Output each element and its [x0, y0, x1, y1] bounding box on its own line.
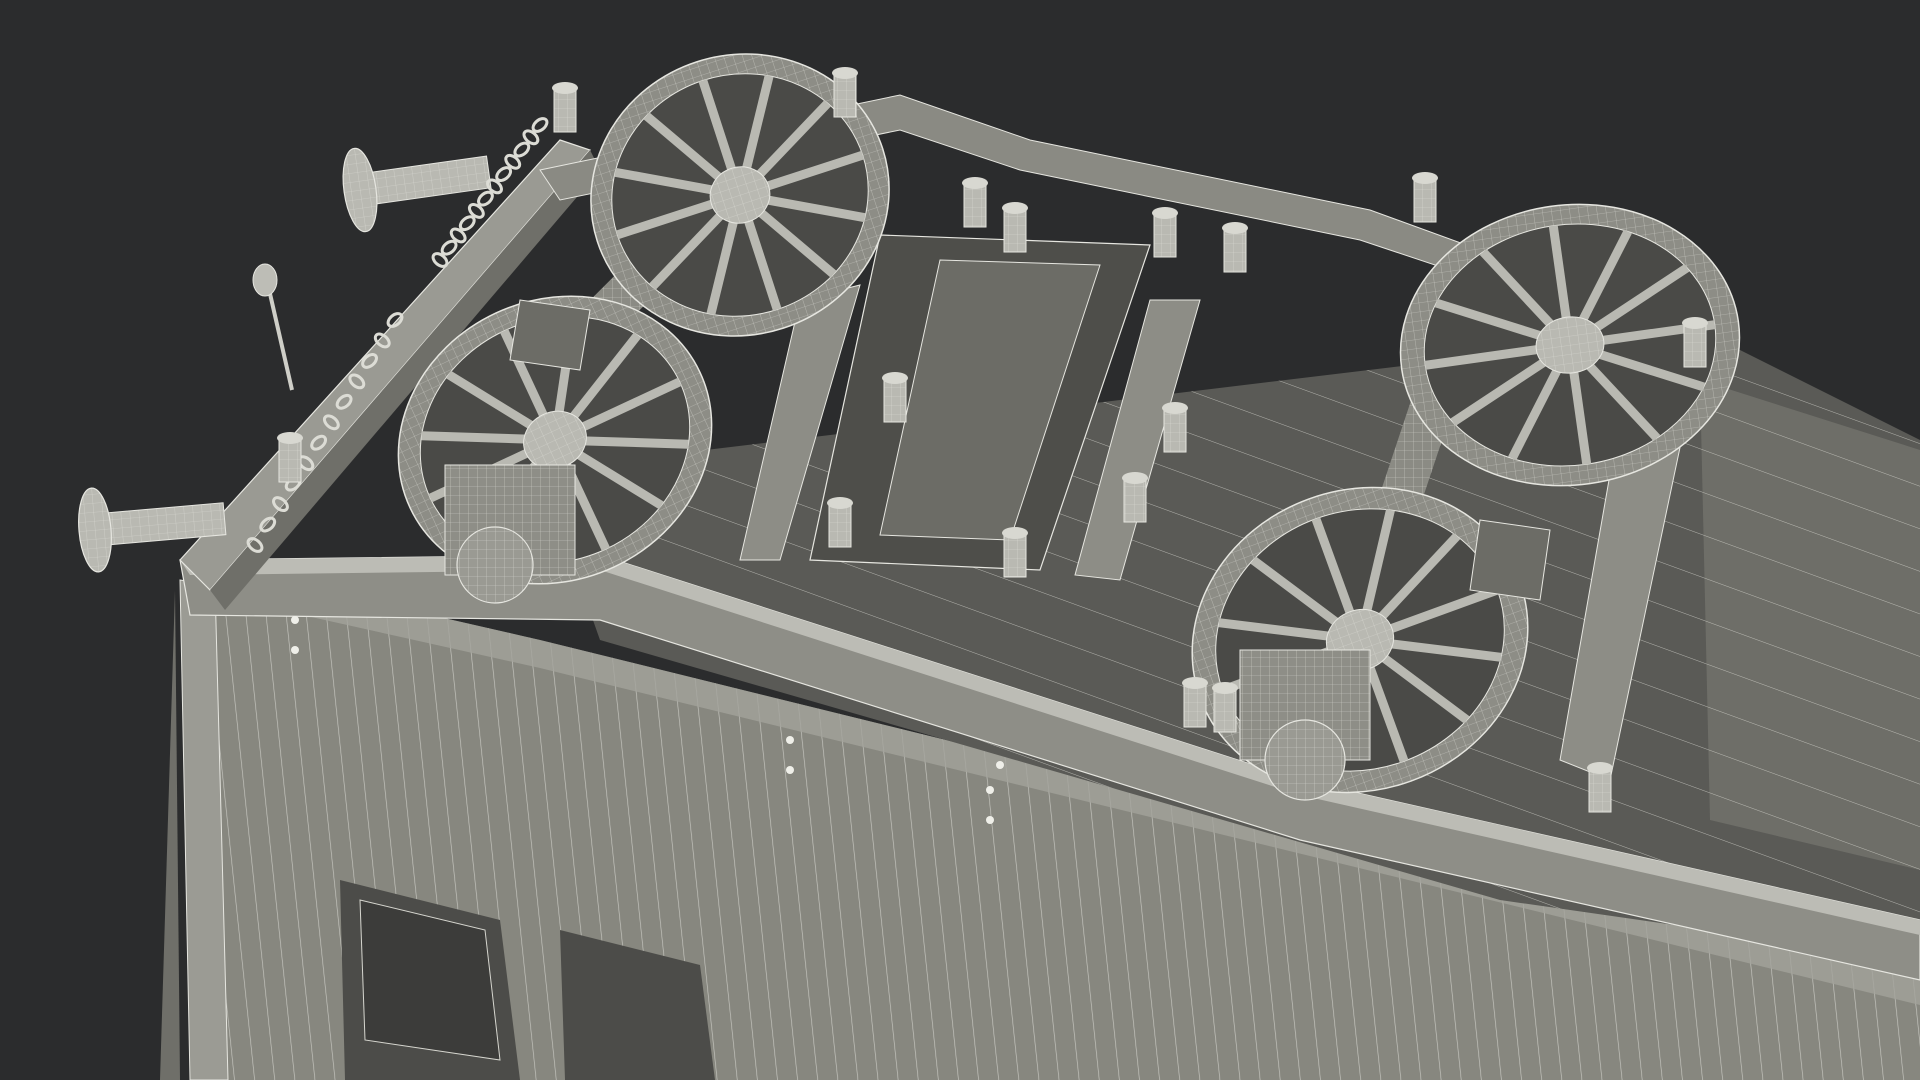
wireframe-railcar-render — [78, 53, 1920, 1080]
brake-lever — [252, 263, 294, 391]
spring-stack — [552, 82, 578, 133]
spring-stack — [1212, 682, 1238, 733]
spring-stack — [1122, 472, 1148, 523]
spring-stack — [1002, 527, 1028, 578]
rivet — [986, 786, 994, 794]
spring-stack — [882, 372, 908, 423]
spring-stack — [1162, 402, 1188, 453]
rivet — [996, 761, 1004, 769]
rivet — [786, 766, 794, 774]
spring-stack — [832, 67, 858, 118]
spring-stack — [1587, 762, 1613, 813]
rivet — [291, 646, 299, 654]
spring-stack — [827, 497, 853, 548]
spring-stack — [277, 432, 303, 483]
viewport — [0, 0, 1920, 1080]
rivet — [786, 736, 794, 744]
spring-stack — [1182, 677, 1208, 728]
spring-stack — [1002, 202, 1028, 253]
spring-stack — [1682, 317, 1708, 368]
spring-stack — [1222, 222, 1248, 273]
spring-stack — [1412, 172, 1438, 223]
rivet — [986, 816, 994, 824]
spring-stack — [962, 177, 988, 228]
rivet — [291, 616, 299, 624]
spring-stack — [1152, 207, 1178, 258]
